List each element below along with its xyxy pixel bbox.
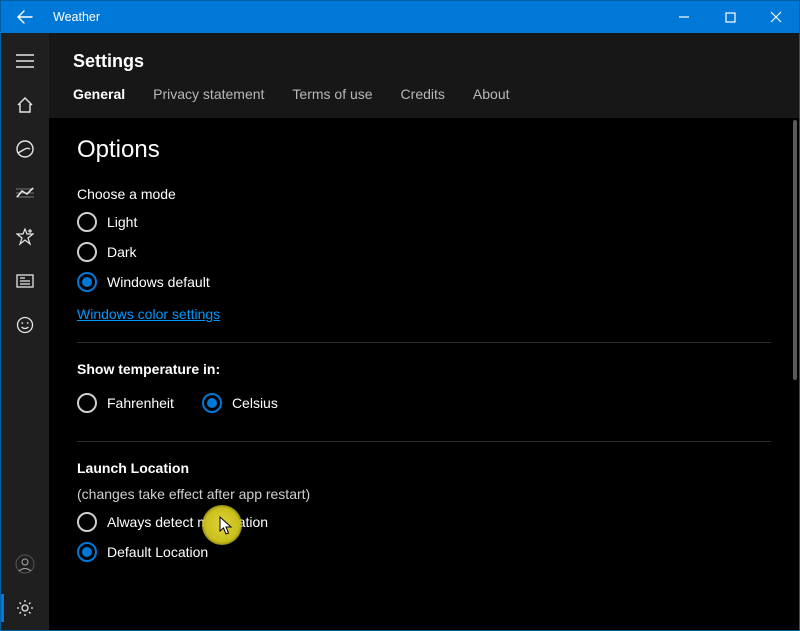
weather-app-window: Weather <box>0 0 800 631</box>
maximize-button[interactable] <box>707 1 753 33</box>
back-button[interactable] <box>1 1 49 33</box>
titlebar: Weather <box>1 1 799 33</box>
radio-temp-celsius[interactable]: Celsius <box>202 393 278 413</box>
radio-launch-detect[interactable]: Always detect my location <box>77 512 771 532</box>
home-icon <box>16 96 34 114</box>
launch-location-label: Launch Location <box>77 460 771 476</box>
nav-radar[interactable] <box>1 127 49 171</box>
launch-location-note: (changes take effect after app restart) <box>77 486 771 502</box>
close-button[interactable] <box>753 1 799 33</box>
radio-label: Fahrenheit <box>107 395 174 411</box>
radar-icon <box>15 139 35 159</box>
chart-icon <box>16 186 34 200</box>
scroll-thumb[interactable] <box>793 120 797 380</box>
radio-icon <box>202 393 222 413</box>
options-heading: Options <box>77 136 771 164</box>
mode-label: Choose a mode <box>77 186 771 202</box>
temperature-label: Show temperature in: <box>77 361 771 377</box>
nav-historical[interactable] <box>1 171 49 215</box>
radio-icon <box>77 212 97 232</box>
radio-mode-windows-default[interactable]: Windows default <box>77 272 771 292</box>
minimize-button[interactable] <box>661 1 707 33</box>
radio-label: Always detect my location <box>107 514 268 530</box>
news-icon <box>16 274 34 288</box>
radio-label: Celsius <box>232 395 278 411</box>
nav-home[interactable] <box>1 83 49 127</box>
radio-temp-fahrenheit[interactable]: Fahrenheit <box>77 393 174 413</box>
tab-about[interactable]: About <box>473 86 510 106</box>
tab-privacy[interactable]: Privacy statement <box>153 86 264 106</box>
hamburger-button[interactable] <box>1 39 49 83</box>
settings-content: Options Choose a mode Light Dark Windows… <box>49 118 799 630</box>
nav-settings[interactable] <box>1 586 49 630</box>
main-panel: Settings General Privacy statement Terms… <box>49 33 799 630</box>
close-icon <box>770 11 782 23</box>
nav-account[interactable] <box>1 542 49 586</box>
maximize-icon <box>725 12 736 23</box>
divider <box>77 441 771 442</box>
radio-mode-light[interactable]: Light <box>77 212 771 232</box>
windows-color-settings-link[interactable]: Windows color settings <box>77 306 220 322</box>
radio-launch-default[interactable]: Default Location <box>77 542 771 562</box>
radio-mode-dark[interactable]: Dark <box>77 242 771 262</box>
tab-general[interactable]: General <box>73 86 125 106</box>
tab-credits[interactable]: Credits <box>401 86 445 106</box>
divider <box>77 342 771 343</box>
radio-icon <box>77 393 97 413</box>
nav-feedback[interactable] <box>1 303 49 347</box>
back-arrow-icon <box>17 9 33 25</box>
smile-icon <box>16 316 34 334</box>
gear-icon <box>16 599 34 617</box>
radio-icon <box>77 542 97 562</box>
settings-header: Settings General Privacy statement Terms… <box>49 33 799 118</box>
sidebar <box>1 33 49 630</box>
nav-news[interactable] <box>1 259 49 303</box>
radio-label: Dark <box>107 244 137 260</box>
tab-terms[interactable]: Terms of use <box>292 86 372 106</box>
radio-label: Windows default <box>107 274 210 290</box>
radio-label: Light <box>107 214 137 230</box>
star-plus-icon <box>16 228 34 246</box>
account-icon <box>15 554 35 574</box>
nav-favorites[interactable] <box>1 215 49 259</box>
minimize-icon <box>678 11 690 23</box>
settings-tabs: General Privacy statement Terms of use C… <box>73 86 775 118</box>
menu-icon <box>16 54 34 68</box>
radio-icon <box>77 512 97 532</box>
scrollbar[interactable] <box>793 118 797 630</box>
settings-title: Settings <box>73 51 775 72</box>
radio-icon <box>77 242 97 262</box>
app-title: Weather <box>49 10 661 24</box>
radio-label: Default Location <box>107 544 208 560</box>
radio-icon <box>77 272 97 292</box>
